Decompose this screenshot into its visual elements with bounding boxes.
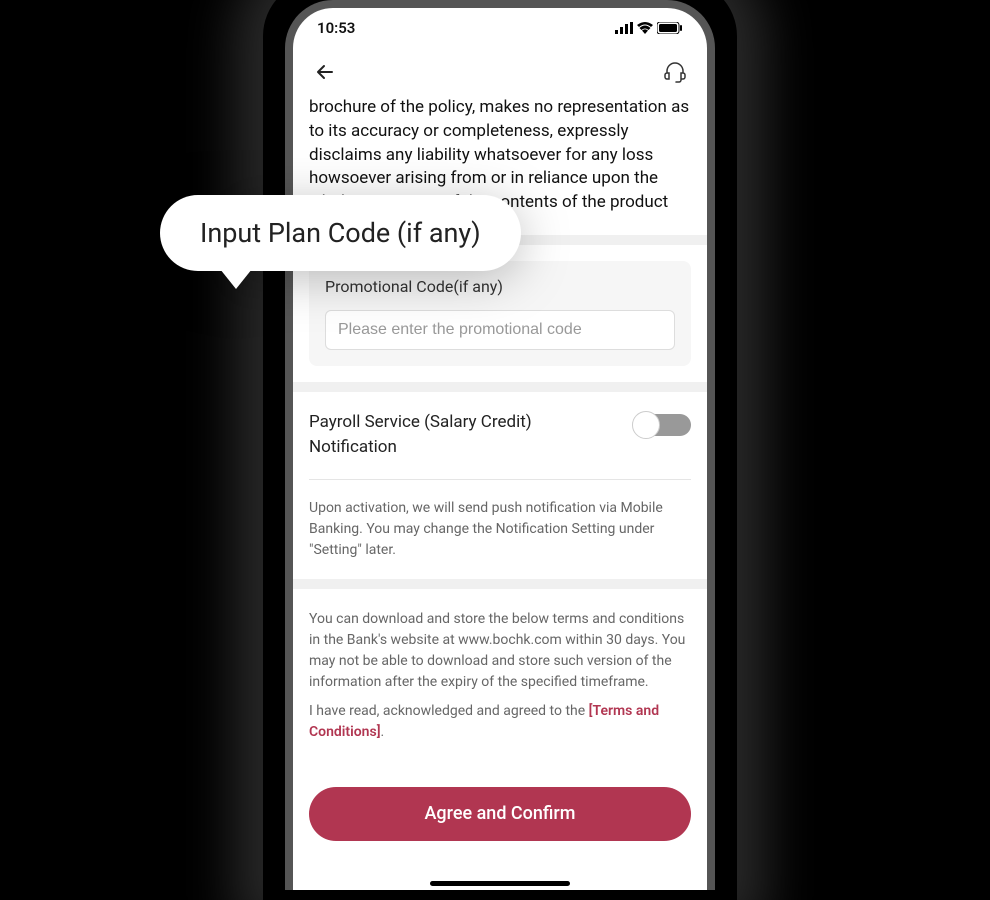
terms-ack-prefix: I have read, acknowledged and agreed to …	[309, 703, 589, 719]
section-divider	[293, 382, 707, 392]
battery-icon	[657, 22, 683, 34]
terms-section: You can download and store the below ter…	[293, 589, 707, 763]
payroll-description: Upon activation, we will send push notif…	[309, 498, 691, 561]
support-button[interactable]	[659, 56, 691, 88]
terms-download-text: You can download and store the below ter…	[309, 609, 691, 693]
payroll-header: Payroll Service (Salary Credit) Notifica…	[309, 410, 691, 461]
signal-icon	[615, 22, 633, 34]
arrow-left-icon	[313, 60, 337, 84]
headset-icon	[663, 60, 687, 84]
payroll-title: Payroll Service (Salary Credit) Notifica…	[309, 410, 623, 461]
terms-acknowledgment: I have read, acknowledged and agreed to …	[309, 701, 691, 743]
toggle-knob	[632, 411, 660, 439]
agree-confirm-button[interactable]: Agree and Confirm	[309, 787, 691, 841]
home-indicator[interactable]	[430, 881, 570, 886]
promo-label: Promotional Code(if any)	[325, 277, 675, 296]
status-bar: 10:53	[293, 8, 707, 48]
divider	[309, 479, 691, 480]
promo-card: Promotional Code(if any)	[309, 261, 691, 366]
payroll-toggle[interactable]	[635, 414, 691, 436]
section-divider	[293, 579, 707, 589]
back-button[interactable]	[309, 56, 341, 88]
nav-bar	[293, 48, 707, 96]
callout-bubble: Input Plan Code (if any)	[160, 195, 521, 271]
phone-frame: 10:53 brochure of the policy, makes no r…	[285, 0, 715, 890]
payroll-section: Payroll Service (Salary Credit) Notifica…	[293, 392, 707, 579]
terms-ack-suffix: .	[381, 724, 385, 740]
status-time: 10:53	[317, 19, 355, 37]
status-icons	[615, 22, 683, 34]
promo-code-input[interactable]	[325, 310, 675, 350]
wifi-icon	[637, 22, 653, 34]
